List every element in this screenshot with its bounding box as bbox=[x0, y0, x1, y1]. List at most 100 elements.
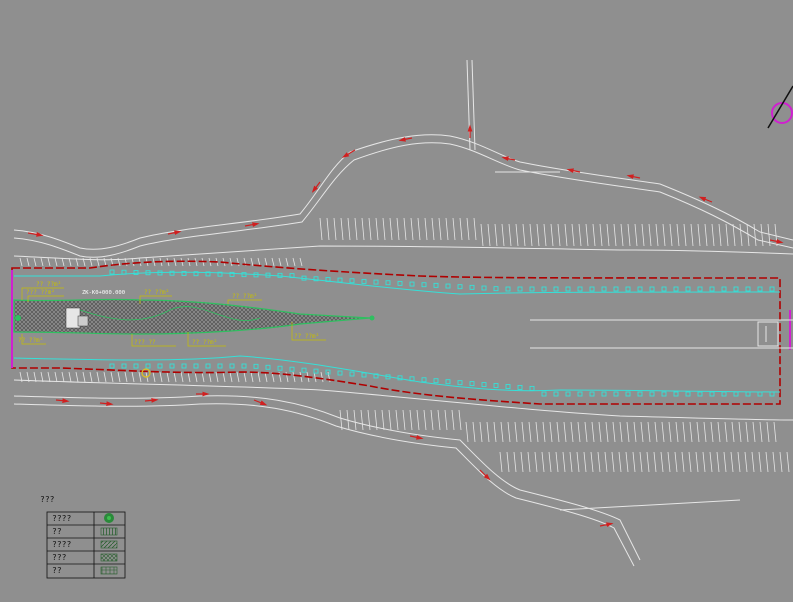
stall-tick bbox=[201, 371, 205, 383]
stall-tick bbox=[690, 223, 694, 247]
planting-square bbox=[229, 363, 235, 369]
planting-square bbox=[337, 277, 343, 283]
stall-tick bbox=[353, 409, 357, 431]
stall-tick bbox=[604, 451, 608, 473]
stall-tick bbox=[54, 257, 58, 267]
stall-tick bbox=[751, 451, 755, 473]
stall-tick bbox=[166, 371, 170, 383]
stall-tick bbox=[634, 223, 638, 247]
area-label: ??? ?? bbox=[134, 339, 156, 346]
planting-square bbox=[589, 286, 595, 292]
planting-square bbox=[541, 391, 547, 397]
stall-tick bbox=[340, 217, 344, 241]
planting-square bbox=[289, 366, 295, 372]
planting-square bbox=[157, 363, 163, 369]
planting-square bbox=[241, 272, 247, 278]
planting-square bbox=[385, 280, 391, 286]
planting-square bbox=[697, 391, 703, 397]
stall-tick bbox=[395, 409, 399, 431]
stall-tick bbox=[577, 421, 581, 443]
stall-tick bbox=[569, 451, 573, 473]
stall-tick bbox=[647, 421, 651, 443]
stall-tick bbox=[410, 217, 414, 241]
planting-square bbox=[397, 280, 403, 286]
stall-tick bbox=[660, 451, 664, 473]
lower-road-lines bbox=[13, 379, 793, 567]
stall-tick bbox=[229, 257, 233, 267]
stall-tick bbox=[264, 257, 268, 267]
area-label: ?? ??m² bbox=[232, 293, 257, 300]
stall-tick bbox=[61, 371, 65, 383]
planting-square bbox=[457, 380, 463, 386]
planting-square bbox=[217, 363, 223, 369]
stall-tick bbox=[606, 223, 610, 247]
stall-tick bbox=[465, 421, 469, 443]
stall-tick bbox=[625, 451, 629, 473]
stall-tick bbox=[704, 223, 708, 247]
stall-tick bbox=[159, 371, 163, 383]
stall-tick bbox=[180, 371, 184, 383]
stall-tick bbox=[438, 217, 442, 241]
stall-tick bbox=[536, 223, 540, 247]
stall-tick bbox=[473, 217, 477, 241]
stall-tick bbox=[61, 257, 65, 267]
stall-tick bbox=[765, 451, 769, 473]
stall-tick bbox=[689, 421, 693, 443]
stall-tick bbox=[752, 421, 756, 443]
stall-tick bbox=[506, 451, 510, 473]
planting-square bbox=[709, 286, 715, 292]
stall-tick bbox=[299, 371, 303, 383]
stall-tick bbox=[388, 409, 392, 431]
stall-tick bbox=[585, 223, 589, 247]
stall-tick bbox=[222, 371, 226, 383]
stall-tick bbox=[375, 217, 379, 241]
stall-tick bbox=[444, 409, 448, 431]
stall-tick bbox=[542, 421, 546, 443]
planting-square bbox=[517, 384, 523, 390]
planting-square bbox=[313, 368, 319, 374]
stall-tick bbox=[451, 409, 455, 431]
planting-square bbox=[205, 363, 211, 369]
stall-tick bbox=[613, 223, 617, 247]
planting-square bbox=[109, 363, 115, 369]
stall-tick bbox=[417, 217, 421, 241]
stall-tick bbox=[117, 371, 121, 383]
stall-tick bbox=[236, 371, 240, 383]
stall-tick bbox=[548, 451, 552, 473]
planting-square bbox=[649, 286, 655, 292]
planting-square bbox=[685, 286, 691, 292]
stall-tick bbox=[612, 421, 616, 443]
stall-tick bbox=[598, 421, 602, 443]
stall-tick bbox=[738, 421, 742, 443]
stall-tick bbox=[661, 421, 665, 443]
planting-square bbox=[445, 283, 451, 289]
stall-tick bbox=[611, 451, 615, 473]
stall-tick bbox=[576, 451, 580, 473]
planting-square bbox=[565, 286, 571, 292]
planting-square bbox=[625, 391, 631, 397]
stall-tick bbox=[479, 421, 483, 443]
stall-tick bbox=[131, 257, 135, 267]
stall-tick bbox=[250, 371, 254, 383]
legend: ??? ???? ?? ???? ??? ?? bbox=[40, 495, 126, 579]
planting-square bbox=[505, 286, 511, 292]
planting-square bbox=[277, 365, 283, 371]
stall-tick bbox=[605, 421, 609, 443]
planting-square bbox=[409, 281, 415, 287]
stall-tick bbox=[152, 371, 156, 383]
planting-square bbox=[733, 286, 739, 292]
hatch-diagonal-swatch bbox=[100, 540, 118, 549]
stall-tick bbox=[367, 409, 371, 431]
stall-tick bbox=[667, 451, 671, 473]
planting-square bbox=[361, 278, 367, 284]
planting-square bbox=[625, 286, 631, 292]
stall-tick bbox=[772, 451, 776, 473]
stall-tick bbox=[584, 421, 588, 443]
planting-square bbox=[577, 391, 583, 397]
stall-tick bbox=[47, 257, 51, 267]
stall-tick bbox=[779, 451, 783, 473]
stall-tick bbox=[675, 421, 679, 443]
stall-tick bbox=[549, 421, 553, 443]
stall-tick bbox=[590, 451, 594, 473]
stall-tick bbox=[556, 421, 560, 443]
